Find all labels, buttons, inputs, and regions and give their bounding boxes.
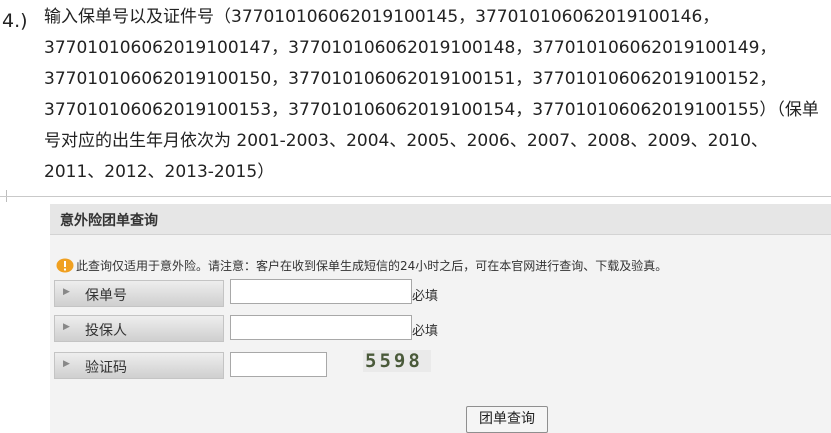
form-header: 意外险团单查询 (50, 204, 831, 235)
applicant-input[interactable] (230, 315, 412, 340)
policy-number: 377010106062019100147 (44, 38, 272, 58)
notice: 此查询仅适用于意外险。请注意：客户在收到保单生成短信的24小时之后，可在本官网进… (56, 257, 667, 276)
policy-number: 377010106062019100154 (288, 100, 516, 120)
policy-number-label-text: 保单号 (85, 288, 127, 304)
policy-number: 377010106062019100151 (288, 69, 516, 89)
captcha-label-text: 验证码 (85, 360, 127, 376)
group-query-button[interactable]: 团单查询 (466, 406, 548, 433)
chevron-right-icon: ▶ (63, 287, 70, 297)
policy-number: 377010106062019100145 (231, 7, 459, 27)
policy-number: 377010106062019100148 (288, 38, 516, 58)
policy-number: 377010106062019100146 (475, 7, 703, 27)
policy-number-label: ▶ 保单号 (54, 280, 224, 307)
warning-icon (56, 258, 74, 276)
policy-number: 377010106062019100150 (44, 69, 272, 89)
chevron-right-icon: ▶ (63, 322, 70, 332)
applicant-label-text: 投保人 (85, 323, 127, 339)
form-title: 意外险团单查询 (60, 213, 158, 229)
step-number: 4.) (2, 10, 28, 32)
policy-number: 377010106062019100153 (44, 100, 272, 120)
close-paren: ） (759, 100, 777, 120)
instruction-block: 4.) 输入保单号以及证件号（377010106062019100145，377… (0, 0, 831, 195)
required-marker: 必填 (412, 289, 439, 304)
captcha-image[interactable]: 5598 (363, 350, 431, 372)
notice-text: 此查询仅适用于意外险。请注意：客户在收到保单生成短信的24小时之后，可在本官网进… (76, 259, 668, 273)
chevron-right-icon: ▶ (63, 359, 70, 369)
required-marker: 必填 (412, 324, 439, 339)
group-policy-query-form: 意外险团单查询 此查询仅适用于意外险。请注意：客户在收到保单生成短信的24小时之… (50, 204, 831, 433)
instruction-text: 输入保单号以及证件号（377010106062019100145，3770101… (44, 7, 819, 182)
policy-number-input[interactable] (230, 279, 412, 304)
divider (0, 196, 831, 197)
applicant-label: ▶ 投保人 (54, 315, 224, 342)
captcha-label: ▶ 验证码 (54, 352, 224, 379)
policy-number: 377010106062019100155 (532, 100, 760, 120)
instruction-prefix: 输入保单号以及证件号（ (44, 7, 231, 27)
policy-number: 377010106062019100152 (532, 69, 760, 89)
captcha-input[interactable] (230, 352, 327, 377)
policy-number: 377010106062019100149 (532, 38, 760, 58)
